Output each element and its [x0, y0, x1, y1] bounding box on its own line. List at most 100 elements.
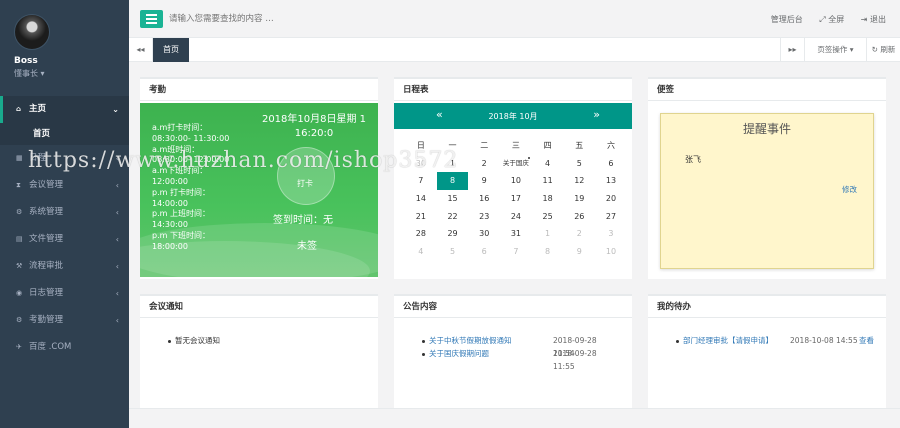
calendar-day[interactable]: 2 [563, 225, 595, 243]
calendar-header: « 2018年 10月 » [394, 103, 632, 129]
calendar-day[interactable]: 31 [500, 225, 532, 243]
sidebar-item-files[interactable]: ▤ 文件管理 ‹ [0, 226, 129, 253]
todo-panel: 我的待办 部门经理审批【请假申请】 2018-10-08 14:55 查看 [648, 294, 886, 414]
calendar-day[interactable]: 27 [595, 208, 627, 226]
logout-button[interactable]: ⇥ 退出 [861, 15, 886, 24]
calendar-day[interactable]: 7 [500, 243, 532, 261]
sidebar-subitem-home-page[interactable]: 首页 [0, 123, 129, 145]
calendar-day[interactable]: 4 [405, 243, 437, 261]
calendar-day[interactable]: 19 [563, 190, 595, 208]
menu-toggle-button[interactable] [140, 10, 163, 28]
weekday-label: 五 [575, 141, 584, 150]
avatar[interactable] [14, 14, 50, 50]
tab-operations-dropdown[interactable]: 页签操作 ▾ [804, 38, 866, 62]
tab-scroll-left-button[interactable]: ◂◂ [129, 38, 153, 62]
plane-icon: ✈ [16, 343, 22, 351]
calendar-day[interactable]: 14 [405, 190, 437, 208]
punch-circle[interactable] [277, 147, 335, 205]
calendar-day[interactable]: 20 [595, 190, 627, 208]
announcement-link[interactable]: 关于中秋节假期放假通知 [429, 336, 512, 345]
tab-home[interactable]: 首页 [153, 38, 189, 62]
punch-button[interactable]: 打卡 [297, 178, 313, 189]
sidebar-item-home[interactable]: ⌂ 主页 ⌄ [0, 96, 129, 123]
sidebar-item-label: 日志管理 [29, 288, 64, 298]
bullet-icon [168, 339, 171, 343]
calendar-week: 28 29 30 31 1 2 3 [405, 225, 627, 243]
schedule-line: 14:00:00 [152, 198, 188, 208]
calendar-day[interactable]: 30 [405, 155, 437, 173]
weekday-label: 四 [543, 141, 552, 150]
calendar-day[interactable]: 8 [532, 243, 564, 261]
sidebar-item-label: 百度 .COM [29, 342, 72, 352]
sidebar-item-baidu[interactable]: ✈ 百度 .COM [0, 334, 129, 361]
calendar-day[interactable]: 30 [468, 225, 500, 243]
profile: Boss 懂事长 ▾ [0, 0, 129, 96]
sticky-note: 提醒事件 张飞 修改 [660, 113, 874, 269]
sidebar-item-attendance[interactable]: ⚙ 考勤管理 ‹ [0, 307, 129, 334]
sidebar-item-logs[interactable]: ◉ 日志管理 ‹ [0, 280, 129, 307]
chevron-left-icon: ‹ [115, 154, 119, 163]
eye-icon: ◉ [16, 289, 23, 297]
sidebar-item-system[interactable]: ⚙ 系统管理 ‹ [0, 199, 129, 226]
panel-title: 日程表 [394, 79, 632, 101]
calendar-day[interactable]: 9 [468, 172, 500, 190]
calendar-grid: 日 一 二 三 四 五 六 30 1 2 关于国庆 4 5 6 7 8 9 10… [405, 137, 627, 261]
calendar-week: 21 22 23 24 25 26 27 [405, 208, 627, 226]
calendar-day[interactable]: 2 [468, 155, 500, 173]
calendar-day[interactable]: 1 [532, 225, 564, 243]
calendar-day[interactable]: 1 [437, 155, 469, 173]
fullscreen-button[interactable]: ⤢ 全屏 [819, 15, 844, 24]
calendar-day[interactable]: 28 [405, 225, 437, 243]
calendar-next-button[interactable]: » [593, 108, 600, 121]
announcement-link[interactable]: 关于国庆假期问题 [429, 349, 489, 358]
calendar-day[interactable]: 5 [437, 243, 469, 261]
panel-title: 便签 [648, 79, 886, 101]
weekday-label: 一 [448, 141, 457, 150]
attendance-card: a.m打卡时间： 08:30:00- 11:30:00 a.m班时间： 08:3… [140, 103, 378, 277]
calendar-day[interactable]: 10 [595, 243, 627, 261]
panel-title: 考勤 [140, 79, 378, 101]
calendar-day[interactable]: 23 [468, 208, 500, 226]
calendar-day[interactable]: 12 [563, 172, 595, 190]
calendar-day[interactable]: 22 [437, 208, 469, 226]
chevron-left-icon: ‹ [115, 181, 119, 190]
calendar-day[interactable]: 10 [500, 172, 532, 190]
refresh-button[interactable]: ↻ 刷新 [866, 38, 900, 62]
sidebar-item-schedule[interactable]: ▦ 日程 ‹ [0, 145, 129, 172]
calendar-day[interactable]: 18 [532, 190, 564, 208]
calendar-day[interactable]: 4 [532, 155, 564, 173]
calendar-day[interactable]: 26 [563, 208, 595, 226]
sidebar-item-approval[interactable]: ⚒ 流程审批 ‹ [0, 253, 129, 280]
schedule-line: p.m 下班时间： [152, 230, 210, 240]
calendar-day[interactable]: 17 [500, 190, 532, 208]
calendar-day[interactable]: 3 [595, 225, 627, 243]
admin-link[interactable]: 管理后台 [771, 15, 803, 24]
search-input[interactable] [169, 10, 469, 28]
calendar-day[interactable]: 11 [532, 172, 564, 190]
calendar-day[interactable]: 29 [437, 225, 469, 243]
note-edit-link[interactable]: 修改 [842, 184, 857, 195]
todo-view-link[interactable]: 查看 [859, 334, 874, 347]
profile-role-dropdown[interactable]: 懂事长 ▾ [14, 68, 129, 79]
calendar-day[interactable]: 9 [563, 243, 595, 261]
calendar-day[interactable]: 6 [468, 243, 500, 261]
calendar-day[interactable]: 7 [405, 172, 437, 190]
calendar-day[interactable]: 15 [437, 190, 469, 208]
calendar-panel: 日程表 « 2018年 10月 » 日 一 二 三 四 五 六 30 1 2 关… [394, 77, 632, 279]
sidebar-item-label: 文件管理 [29, 234, 64, 244]
calendar-day[interactable]: 24 [500, 208, 532, 226]
calendar-day[interactable]: 6 [595, 155, 627, 173]
todo-link[interactable]: 部门经理审批【请假申请】 [683, 336, 773, 345]
sidebar-item-meeting[interactable]: ⧗ 会议管理 ‹ [0, 172, 129, 199]
schedule-line: a.m班时间： [152, 144, 200, 154]
calendar-day[interactable]: 13 [595, 172, 627, 190]
tab-scroll-right-button[interactable]: ▸▸ [780, 38, 804, 62]
calendar-day[interactable]: 21 [405, 208, 437, 226]
calendar-day[interactable]: 16 [468, 190, 500, 208]
calendar-day-today[interactable]: 8 [436, 172, 469, 191]
calendar-day-event[interactable]: 关于国庆 [500, 155, 532, 173]
calendar-day[interactable]: 5 [563, 155, 595, 173]
calendar-day[interactable]: 25 [532, 208, 564, 226]
weekday-row: 日 一 二 三 四 五 六 [405, 137, 627, 155]
announcement-list: 关于中秋节假期放假通知 2018-09-28 11:54 关于国庆假期问题 2018… [422, 334, 618, 371]
